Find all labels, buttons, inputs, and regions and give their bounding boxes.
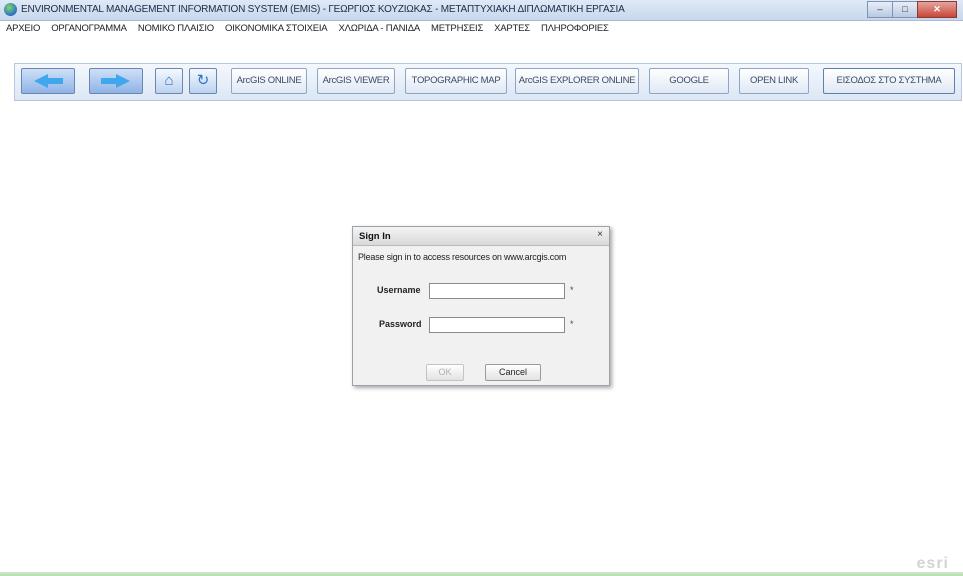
dialog-title: Sign In (359, 231, 391, 242)
back-button[interactable] (21, 68, 75, 94)
esri-logo: esri (916, 555, 949, 572)
menu-item-legal-framework[interactable]: ΝΟΜΙΚΟ ΠΛΑΙΣΙΟ (138, 23, 214, 34)
dialog-header: Sign In × (353, 227, 609, 246)
menu-item-maps[interactable]: ΧΑΡΤΕΣ (494, 23, 530, 34)
toolbar: ⌂ ↻ ArcGIS ONLINE ArcGIS VIEWER TOPOGRAP… (14, 63, 962, 101)
cancel-button[interactable]: Cancel (485, 364, 541, 381)
username-field[interactable] (429, 283, 565, 299)
globe-icon (4, 3, 17, 16)
menu-item-org-chart[interactable]: ΟΡΓΑΝΟΓΡΑΜΜΑ (51, 23, 127, 34)
status-strip (0, 572, 963, 576)
topographic-map-button[interactable]: TOPOGRAPHIC MAP (405, 68, 507, 94)
arcgis-viewer-button[interactable]: ArcGIS VIEWER (317, 68, 395, 94)
forward-button[interactable] (89, 68, 143, 94)
close-icon[interactable]: × (597, 229, 603, 240)
menu-item-measurements[interactable]: ΜΕΤΡΗΣΕΙΣ (431, 23, 483, 34)
home-button[interactable]: ⌂ (155, 68, 183, 94)
password-required-mark: * (570, 319, 574, 329)
home-icon: ⌂ (164, 72, 174, 89)
dialog-message: Please sign in to access resources on ww… (358, 252, 567, 262)
minimize-button[interactable]: – (867, 1, 893, 18)
window-title: ENVIRONMENTAL MANAGEMENT INFORMATION SYS… (21, 4, 625, 15)
menu-item-information[interactable]: ΠΛΗΡΟΦΟΡΙΕΣ (541, 23, 609, 34)
refresh-button[interactable]: ↻ (189, 68, 217, 94)
google-button[interactable]: GOOGLE (649, 68, 729, 94)
sign-in-dialog: Sign In × Please sign in to access resou… (352, 226, 610, 386)
menu-item-file[interactable]: ΑΡΧΕΙΟ (6, 23, 40, 34)
arcgis-explorer-online-button[interactable]: ArcGIS EXPLORER ONLINE (515, 68, 639, 94)
password-field[interactable] (429, 317, 565, 333)
username-required-mark: * (570, 285, 574, 295)
ok-button[interactable]: OK (426, 364, 464, 381)
menu-item-flora-fauna[interactable]: ΧΛΩΡΙΔΑ - ΠΑΝΙΔΑ (338, 23, 420, 34)
refresh-icon: ↻ (196, 72, 210, 89)
username-label: Username (377, 285, 421, 295)
maximize-button[interactable]: □ (892, 1, 918, 18)
arcgis-online-button[interactable]: ArcGIS ONLINE (231, 68, 307, 94)
window-controls: – □ ✕ (867, 1, 957, 18)
close-window-button[interactable]: ✕ (917, 1, 957, 18)
menu-item-financial-data[interactable]: ΟΙΚΟΝΟΜΙΚΑ ΣΤΟΙΧΕΙΑ (225, 23, 328, 34)
open-link-button[interactable]: OPEN LINK (739, 68, 809, 94)
system-login-button[interactable]: ΕΙΣΟΔΟΣ ΣΤΟ ΣΥΣΤΗΜΑ (823, 68, 955, 94)
forward-arrow-icon (101, 74, 130, 88)
menu-bar: ΑΡΧΕΙΟ ΟΡΓΑΝΟΓΡΑΜΜΑ ΝΟΜΙΚΟ ΠΛΑΙΣΙΟ ΟΙΚΟΝ… (0, 21, 963, 36)
window-title-bar: ENVIRONMENTAL MANAGEMENT INFORMATION SYS… (0, 0, 963, 21)
password-label: Password (379, 319, 422, 329)
back-arrow-icon (34, 74, 63, 88)
